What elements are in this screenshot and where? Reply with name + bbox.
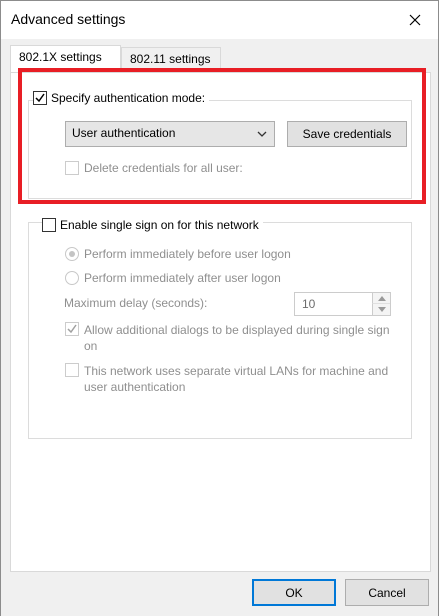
separate-vlan-checkbox[interactable]	[65, 363, 79, 377]
dialog-footer: OK Cancel	[1, 573, 438, 616]
checkmark-icon	[35, 93, 45, 103]
after-logon-label: Perform immediately after user logon	[84, 271, 281, 285]
after-logon-row: Perform immediately after user logon	[65, 271, 281, 285]
enable-sso-label: Enable single sign on for this network	[60, 218, 259, 232]
checkmark-icon	[67, 324, 77, 334]
spin-down-button[interactable]	[372, 304, 390, 315]
spin-up-button[interactable]	[372, 293, 390, 304]
additional-dialogs-row: Allow additional dialogs to be displayed…	[65, 322, 395, 354]
additional-dialogs-label: Allow additional dialogs to be displayed…	[84, 323, 390, 353]
before-logon-radio[interactable]	[65, 247, 79, 261]
tab-8021x-settings[interactable]: 802.1X settings	[10, 45, 121, 72]
enable-sso-row: Enable single sign on for this network	[42, 218, 263, 232]
title-bar: Advanced settings	[1, 1, 438, 39]
delete-credentials-row: Delete credentials for all user:	[65, 161, 243, 175]
save-credentials-label: Save credentials	[302, 127, 392, 141]
specify-auth-checkbox[interactable]	[33, 91, 47, 105]
window-title: Advanced settings	[11, 11, 126, 27]
specify-auth-row: Specify authentication mode:	[33, 91, 210, 105]
delete-credentials-checkbox[interactable]	[65, 161, 79, 175]
specify-auth-label: Specify authentication mode:	[51, 91, 206, 105]
before-logon-row: Perform immediately before user logon	[65, 247, 291, 261]
auth-mode-value: User authentication	[72, 126, 176, 140]
chevron-down-icon	[257, 131, 267, 137]
auth-mode-dropdown[interactable]: User authentication	[65, 121, 275, 147]
auth-mode-groupbox	[28, 100, 412, 199]
max-delay-label: Maximum delay (seconds):	[64, 296, 208, 310]
max-delay-value: 10	[302, 297, 316, 311]
delete-credentials-label: Delete credentials for all user:	[84, 161, 243, 175]
save-credentials-button[interactable]: Save credentials	[287, 121, 407, 147]
arrow-up-icon	[377, 295, 386, 301]
arrow-down-icon	[377, 307, 386, 312]
cancel-label: Cancel	[368, 585, 406, 600]
ok-label: OK	[285, 585, 303, 600]
tab-80211-settings[interactable]: 802.11 settings	[121, 47, 221, 72]
cancel-button[interactable]: Cancel	[345, 579, 429, 606]
close-button[interactable]	[392, 1, 438, 39]
separate-vlan-label: This network uses separate virtual LANs …	[84, 364, 389, 394]
separate-vlan-row: This network uses separate virtual LANs …	[65, 363, 395, 395]
tab-label: 802.1X settings	[19, 50, 102, 64]
advanced-settings-dialog: Advanced settings 802.1X settings 802.11…	[0, 0, 439, 616]
additional-dialogs-checkbox[interactable]	[65, 322, 79, 336]
close-icon	[409, 14, 421, 26]
max-delay-spinner[interactable]: 10	[294, 292, 391, 316]
after-logon-radio[interactable]	[65, 271, 79, 285]
enable-sso-checkbox[interactable]	[42, 218, 56, 232]
before-logon-label: Perform immediately before user logon	[84, 247, 291, 261]
ok-button[interactable]: OK	[252, 579, 336, 606]
tab-label: 802.11 settings	[130, 52, 211, 66]
